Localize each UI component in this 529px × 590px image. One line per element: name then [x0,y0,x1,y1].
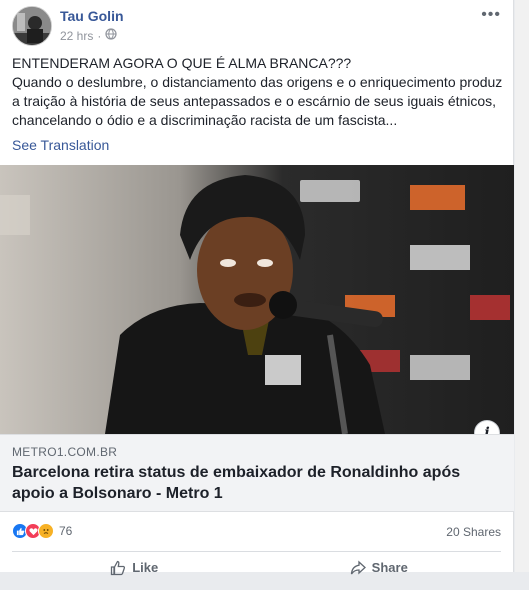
post-card: Tau Golin 22 hrs · ••• ENTENDERAM AGORA … [0,0,514,576]
share-label: Share [371,560,408,575]
more-options-icon[interactable]: ••• [481,6,501,24]
action-bar: Like Share [12,560,501,590]
thumbs-up-icon [110,560,126,579]
timestamp[interactable]: 22 hrs [60,29,93,43]
reaction-count: 76 [59,524,73,538]
globe-icon[interactable] [105,28,117,43]
share-icon [350,560,366,579]
like-button[interactable]: Like [12,560,257,590]
scrollbar[interactable] [515,0,529,572]
post-stats: 76 20 Shares [12,521,501,543]
sad-icon [38,523,54,539]
reaction-summary[interactable]: 76 [12,523,72,539]
link-preview[interactable]: METRO1.COM.BR Barcelona retira status de… [0,434,514,512]
link-headline[interactable]: Barcelona retira status de embaixador de… [12,462,502,504]
shares-count[interactable]: 20 Shares [446,525,501,539]
post-header: Tau Golin 22 hrs · ••• [12,6,501,46]
post-text-body: Quando o deslumbre, o distanciamento das… [12,74,503,128]
author-name[interactable]: Tau Golin [60,8,124,24]
like-label: Like [132,560,159,575]
post-text: ENTENDERAM AGORA O QUE É ALMA BRANCA??? … [12,54,504,130]
post-meta: 22 hrs · [60,28,117,43]
dot-separator: · [97,28,102,43]
link-domain: METRO1.COM.BR [12,445,118,459]
link-preview-image[interactable] [0,165,514,434]
actions-divider [12,551,501,552]
see-translation-link[interactable]: See Translation [12,137,109,153]
share-button[interactable]: Share [257,560,502,590]
post-text-line1: ENTENDERAM AGORA O QUE É ALMA BRANCA??? [12,55,352,71]
author-avatar[interactable] [12,6,52,46]
